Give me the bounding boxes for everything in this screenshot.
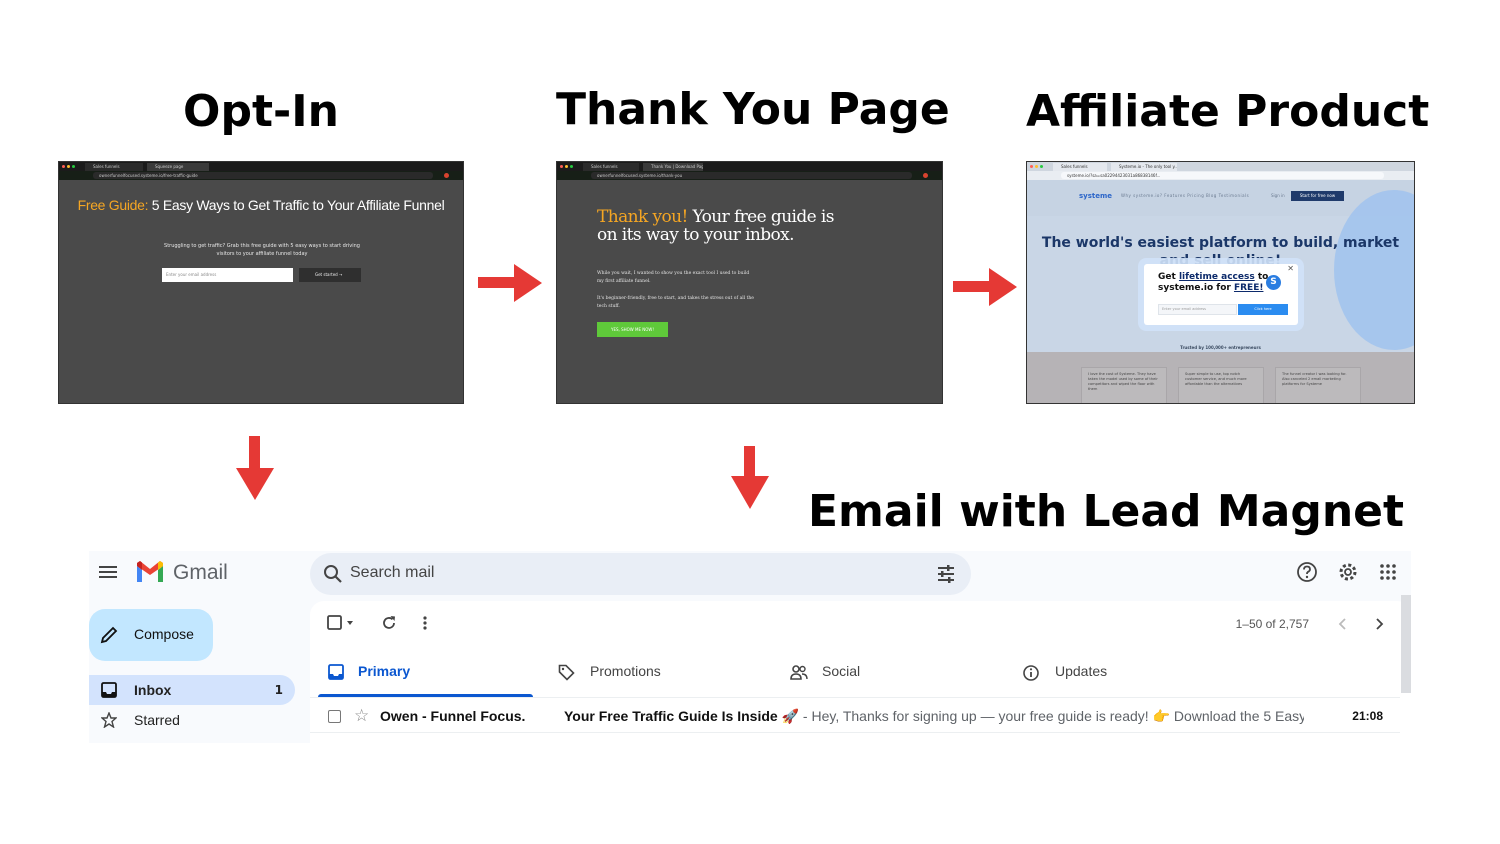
tab-promotions[interactable]: Promotions bbox=[556, 649, 771, 697]
pagination-range: 1–50 of 2,757 bbox=[1235, 617, 1309, 631]
tab-primary[interactable]: Primary bbox=[318, 649, 533, 697]
arrow-right-icon bbox=[953, 268, 1017, 306]
row-checkbox[interactable] bbox=[328, 710, 341, 723]
popup-click-here-button: Click here bbox=[1238, 304, 1288, 315]
testimonial-card: I love the cost of Systeme. They have ta… bbox=[1081, 367, 1167, 403]
arrow-right-icon bbox=[478, 264, 542, 302]
tag-icon bbox=[558, 664, 575, 681]
optin-subtext: Struggling to get traffic? Grab this fre… bbox=[164, 243, 360, 257]
optin-page-screenshot: Sales funnels Squeeze page ownerfunnelfo… bbox=[58, 161, 464, 404]
start-free-button: Start for free now bbox=[1291, 191, 1344, 201]
arrow-down-icon bbox=[236, 436, 274, 500]
email-subject-snippet: Your Free Traffic Guide Is Inside 🚀 - He… bbox=[564, 708, 1304, 724]
browser-tab: Sales funnels bbox=[85, 163, 143, 171]
testimonials-section: I love the cost of Systeme. They have ta… bbox=[1027, 352, 1414, 403]
optin-headline: Free Guide: 5 Easy Ways to Get Traffic t… bbox=[77, 197, 445, 213]
search-icon[interactable] bbox=[322, 563, 344, 585]
address-bar: systeme.io/?sa=sa02294423031a86838146f..… bbox=[1061, 172, 1384, 179]
gear-icon[interactable] bbox=[1337, 561, 1359, 583]
sidebar-item-label: Inbox bbox=[134, 682, 172, 698]
sidebar-item-inbox[interactable]: Inbox 1 bbox=[89, 675, 295, 705]
compose-button[interactable]: Compose bbox=[89, 609, 213, 661]
chevron-right-icon[interactable] bbox=[1373, 617, 1385, 631]
help-icon[interactable] bbox=[1296, 561, 1318, 583]
sign-in-link: Sign in bbox=[1271, 193, 1285, 198]
browser-tab: Sales funnels bbox=[583, 163, 639, 171]
stage-title-affiliate: Affiliate Product bbox=[1026, 86, 1430, 137]
tab-label: Primary bbox=[358, 663, 411, 679]
tab-label: Social bbox=[822, 663, 861, 679]
thankyou-paragraph: While you wait, I wanted to show you the… bbox=[597, 271, 750, 284]
popup-email-input: Enter your email address bbox=[1158, 304, 1237, 315]
site-nav-links: Why systeme.io? Features Pricing Blog Te… bbox=[1121, 193, 1250, 198]
gmail-logo-icon bbox=[137, 561, 163, 582]
email-sender: Owen - Funnel Focus. bbox=[380, 708, 526, 724]
systeme-logo-icon: S bbox=[1266, 275, 1281, 290]
compose-label: Compose bbox=[134, 626, 194, 642]
trusted-by-text: Trusted by 100,000+ entrepreneurs bbox=[1180, 345, 1261, 350]
search-bar[interactable]: Search mail bbox=[310, 553, 971, 595]
address-bar: ownerfunnelfocused.systeme.io/free-traff… bbox=[93, 172, 433, 179]
tab-label: Promotions bbox=[590, 663, 661, 679]
sidebar-item-label: Starred bbox=[134, 712, 180, 728]
inbox-icon bbox=[101, 682, 117, 698]
star-icon bbox=[101, 712, 117, 728]
email-time: 21:08 bbox=[1352, 709, 1383, 723]
show-me-now-button: YES, SHOW ME NOW! bbox=[597, 322, 668, 337]
browser-tab-active: Squeeze page bbox=[147, 163, 209, 171]
scrollbar[interactable] bbox=[1401, 595, 1411, 693]
sidebar-item-starred[interactable]: Starred bbox=[89, 705, 295, 735]
site-nav: systeme Why systeme.io? Features Pricing… bbox=[1027, 180, 1414, 350]
main-menu-icon[interactable] bbox=[99, 563, 119, 583]
arrow-down-icon bbox=[731, 446, 769, 509]
gmail-inbox-screenshot: Gmail Search mail Compose Inbox 1 Starre… bbox=[89, 551, 1411, 743]
tab-updates[interactable]: Updates bbox=[1022, 649, 1237, 697]
chevron-left-icon[interactable] bbox=[1337, 617, 1349, 631]
browser-chrome: Sales funnels Thank You | Download Page … bbox=[557, 162, 942, 180]
browser-chrome: Sales funnels Squeeze page ownerfunnelfo… bbox=[59, 162, 463, 180]
browser-tab-active: Thank You | Download Page bbox=[643, 163, 703, 171]
testimonial-card: Super simple to use, top notch customer … bbox=[1178, 367, 1264, 403]
thankyou-paragraph: It's beginner-friendly, free to start, a… bbox=[597, 296, 754, 309]
thankyou-page-screenshot: Sales funnels Thank You | Download Page … bbox=[556, 161, 943, 404]
inbox-icon bbox=[328, 664, 344, 680]
star-icon[interactable]: ☆ bbox=[354, 706, 369, 726]
select-all-checkbox[interactable] bbox=[326, 614, 356, 632]
email-row[interactable]: ☆ Owen - Funnel Focus. Your Free Traffic… bbox=[310, 697, 1400, 733]
popup-title: Get lifetime access to systeme.io for FR… bbox=[1158, 272, 1269, 293]
stage-title-email: Email with Lead Magnet bbox=[808, 486, 1405, 537]
optin-email-input: Enter your email address bbox=[162, 268, 293, 282]
funnel-diagram: Opt-In Thank You Page Affiliate Product … bbox=[0, 0, 1500, 844]
browser-chrome: Sales funnels Systeme.io - The only tool… bbox=[1027, 162, 1414, 180]
testimonial-card: The funnel creator I was looking for. Al… bbox=[1275, 367, 1361, 403]
affiliate-page-screenshot: Sales funnels Systeme.io - The only tool… bbox=[1026, 161, 1415, 404]
tab-social[interactable]: Social bbox=[790, 649, 1005, 697]
mail-list-panel: 1–50 of 2,757 Primary Promotions Social … bbox=[310, 601, 1411, 743]
people-icon bbox=[790, 665, 808, 680]
browser-tab-active: Systeme.io - The only tool y... bbox=[1111, 163, 1177, 171]
gmail-wordmark: Gmail bbox=[173, 561, 228, 584]
address-bar: ownerfunnelfocused.systeme.io/thank-you bbox=[591, 172, 912, 179]
stage-title-opt-in: Opt-In bbox=[183, 86, 339, 137]
search-input[interactable]: Search mail bbox=[350, 564, 434, 582]
info-icon bbox=[1023, 665, 1039, 681]
optin-get-started-button: Get started → bbox=[299, 268, 361, 282]
close-icon: ✕ bbox=[1287, 264, 1294, 273]
search-options-icon[interactable] bbox=[935, 563, 957, 585]
systeme-logo: systeme bbox=[1079, 192, 1113, 200]
thankyou-headline: Thank you! Your free guide is on its way… bbox=[597, 207, 834, 245]
stage-title-thank-you: Thank You Page bbox=[556, 84, 950, 135]
pencil-icon bbox=[100, 626, 118, 644]
apps-grid-icon[interactable] bbox=[1377, 561, 1399, 583]
unread-count-badge: 1 bbox=[274, 683, 283, 697]
refresh-icon[interactable] bbox=[380, 614, 398, 632]
lifetime-access-popup: Get lifetime access to systeme.io for FR… bbox=[1144, 264, 1298, 325]
browser-tab: Sales funnels bbox=[1053, 163, 1107, 171]
tab-label: Updates bbox=[1055, 663, 1108, 679]
more-options-icon[interactable] bbox=[420, 614, 430, 632]
